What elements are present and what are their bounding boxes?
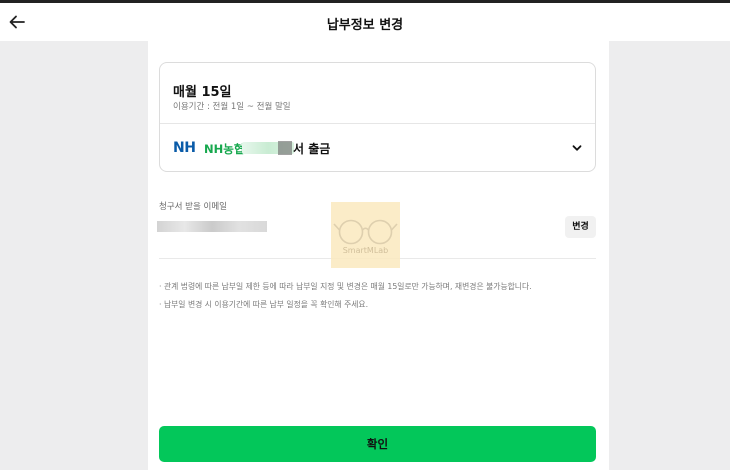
notice-text: · 관계 법령에 따른 납부일 제한 등에 따라 납부일 지정 및 변경은 매월… bbox=[159, 282, 532, 291]
change-email-button[interactable]: 변경 bbox=[565, 216, 596, 238]
masked-email-value bbox=[157, 221, 267, 232]
watermark-logo: SmartMLab bbox=[331, 202, 400, 268]
right-gutter bbox=[609, 41, 730, 470]
bank-account-selector[interactable]: NH NH농협 서 출금 bbox=[160, 124, 595, 172]
masked-account-end bbox=[278, 141, 292, 155]
app-header: 납부정보 변경 bbox=[0, 3, 730, 41]
page-title: 납부정보 변경 bbox=[326, 18, 404, 33]
glasses-icon bbox=[333, 219, 398, 245]
notice-text: · 납부일 변경 시 이용기간에 따른 납부 일정을 꼭 확인해 주세요. bbox=[159, 300, 369, 309]
email-label: 청구서 받을 이메일 bbox=[159, 202, 227, 212]
watermark-text: SmartMLab bbox=[342, 246, 389, 255]
payment-info-card: 매월 15일 이용기간 : 전월 1일 ~ 전월 말일 NH NH농협 서 출금 bbox=[159, 62, 596, 172]
confirm-button[interactable]: 확인 bbox=[159, 426, 596, 462]
nh-logo-icon: NH bbox=[173, 140, 196, 156]
payment-day: 매월 15일 bbox=[173, 85, 232, 100]
chevron-down-icon bbox=[572, 145, 582, 151]
withdraw-text: 서 출금 bbox=[293, 142, 331, 156]
usage-period: 이용기간 : 전월 1일 ~ 전월 말일 bbox=[173, 102, 291, 112]
bank-name: NH농협 bbox=[204, 142, 245, 156]
left-gutter bbox=[0, 41, 148, 470]
